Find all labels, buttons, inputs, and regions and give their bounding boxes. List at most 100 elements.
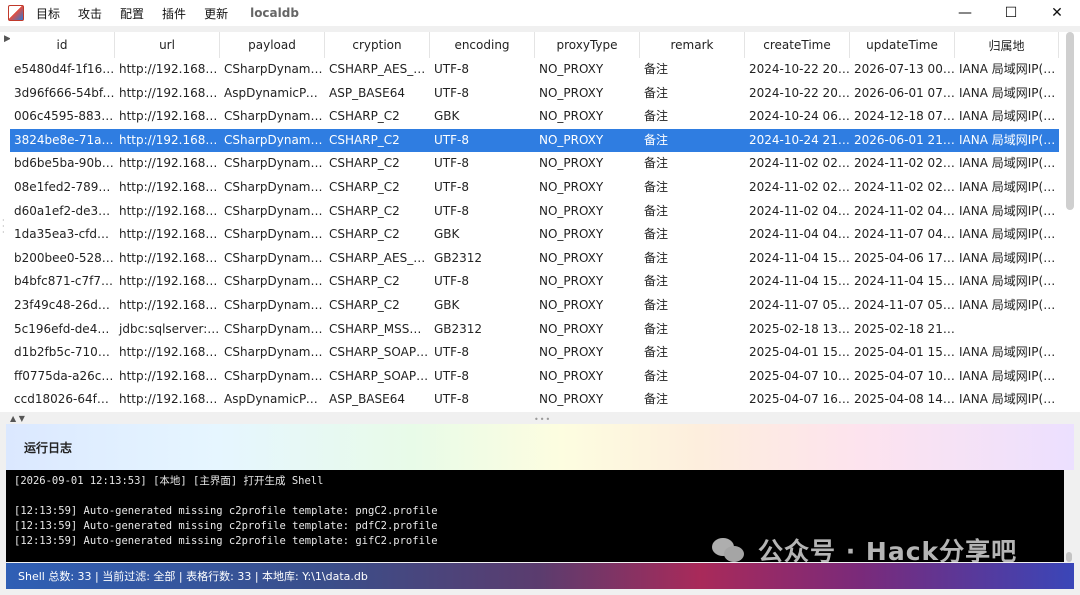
- title-bar: 目标 攻击 配置 插件 更新 localdb — ☐ ✕: [0, 0, 1080, 26]
- close-button[interactable]: ✕: [1034, 0, 1080, 26]
- cell-id: 3824be8e-71ac-...: [14, 132, 115, 147]
- database-name: localdb: [250, 6, 299, 20]
- header-col-encoding[interactable]: encoding: [430, 32, 535, 58]
- header-col-payload[interactable]: payload: [220, 32, 325, 58]
- cell-url: http://192.168.1...: [119, 250, 220, 265]
- cell-id: e5480d4f-1f16-...: [14, 62, 115, 76]
- cell-url: http://192.168.1...: [119, 368, 220, 383]
- cell-payload: AspDynamicPayl...: [224, 85, 325, 100]
- menu-config[interactable]: 配置: [120, 5, 144, 22]
- menu-plugins[interactable]: 插件: [162, 5, 186, 22]
- cell-payload: CSharpDynamic...: [224, 297, 325, 312]
- table-row[interactable]: d60a1ef2-de35-... http://192.168.1... CSha…: [10, 200, 1059, 224]
- table-row[interactable]: 006c4595-8838... http://192.168.1... CShar…: [10, 105, 1059, 129]
- cell-remark: 备注: [644, 62, 669, 76]
- menu-attack[interactable]: 攻击: [78, 5, 102, 22]
- table-scrollbar[interactable]: [1066, 32, 1074, 210]
- table-row[interactable]: 08e1fed2-789e-... http://192.168.1... CSha…: [10, 176, 1059, 200]
- cell-remark: 备注: [644, 321, 669, 336]
- table-row[interactable]: 1da35ea3-cfdb-... http://192.168.1... CSha…: [10, 223, 1059, 247]
- header-col-location[interactable]: 归属地: [955, 32, 1059, 58]
- cell-url: http://192.168.1...: [119, 156, 220, 171]
- cell-proxy-type: NO_PROXY: [539, 321, 604, 336]
- cell-encoding: GB2312: [434, 321, 483, 336]
- header-col-update-time[interactable]: updateTime: [850, 32, 955, 58]
- cell-payload: AspDynamicPayl...: [224, 392, 325, 407]
- table-row[interactable]: 3d96f666-54bf-... http://192.168.1... AspD…: [10, 82, 1059, 106]
- table-row[interactable]: e5480d4f-1f16-... http://192.168.1... CSha…: [10, 58, 1059, 82]
- cell-remark: 备注: [644, 132, 669, 147]
- table-grid: id url payload cryption encoding proxyType rem…: [10, 32, 1059, 412]
- cell-cryption: ASP_BASE64: [329, 85, 405, 100]
- cell-cryption: CSHARP_SOAP_...: [329, 345, 430, 360]
- shell-table: ▶ id url payload cryption encoding proxyType r…: [0, 32, 1080, 412]
- cell-id: d1b2fb5c-710d-...: [14, 345, 115, 360]
- cell-proxy-type: NO_PROXY: [539, 203, 604, 218]
- table-row[interactable]: b200bee0-5289... http://192.168.1... CShar…: [10, 247, 1059, 271]
- table-row[interactable]: 3824be8e-71ac-... http://192.168.1... CSha…: [10, 128, 1059, 153]
- table-row[interactable]: 5c196efd-de44-... jdbc:sqlserver://... CSh…: [10, 318, 1059, 342]
- header-col-proxy-type[interactable]: proxyType: [535, 32, 640, 58]
- maximize-button[interactable]: ☐: [988, 0, 1034, 26]
- cell-payload: CSharpDynamic...: [224, 132, 325, 147]
- cell-create-time: 2025-04-01 15:...: [749, 345, 850, 360]
- cell-cryption: CSHARP_C2: [329, 274, 400, 289]
- splitter-handle[interactable]: •••: [534, 415, 551, 424]
- cell-update-time: 2024-11-02 04:...: [854, 203, 955, 218]
- table-row[interactable]: bd6be5ba-90bf-... http://192.168.1... CSha…: [10, 152, 1059, 176]
- table-row[interactable]: d1b2fb5c-710d-... http://192.168.1... CSha…: [10, 341, 1059, 365]
- cell-proxy-type: NO_PROXY: [539, 368, 604, 383]
- header-col-url[interactable]: url: [115, 32, 220, 58]
- log-scrollbar-thumb[interactable]: [1066, 552, 1072, 562]
- cell-encoding: GBK: [434, 109, 460, 124]
- cell-encoding: UTF-8: [434, 274, 469, 289]
- minimize-button[interactable]: —: [942, 0, 988, 26]
- collapse-arrows-icon[interactable]: ▲ ▼: [10, 414, 25, 423]
- table-row[interactable]: ccd18026-64f9-... http://192.168.1... AspD…: [10, 388, 1059, 412]
- cell-id: b4bfc871-c7f7-...: [14, 274, 115, 289]
- status-text: Shell 总数: 33 | 当前过滤: 全部 | 表格行数: 33 | 本地库…: [18, 570, 368, 583]
- cell-cryption: CSHARP_MSSQL...: [329, 321, 430, 336]
- table-row[interactable]: b4bfc871-c7f7-... http://192.168.1... CSha…: [10, 270, 1059, 294]
- cell-update-time: 2026-07-13 00:...: [854, 62, 955, 76]
- header-col-create-time[interactable]: createTime: [745, 32, 850, 58]
- cell-encoding: UTF-8: [434, 85, 469, 100]
- cell-create-time: 2024-11-04 15:...: [749, 274, 850, 289]
- table-row[interactable]: 23f49c48-26dd-... http://192.168.1... CSha…: [10, 294, 1059, 318]
- log-line: [12:13:59] Auto-generated missing c2prof…: [14, 535, 438, 547]
- cell-update-time: 2025-02-18 21:...: [854, 321, 955, 336]
- cell-location: IANA 局域网IP(Pr...: [959, 179, 1059, 194]
- left-splitter-handle[interactable]: · · ·: [2, 217, 5, 237]
- cell-create-time: 2024-10-24 21:...: [749, 132, 850, 147]
- cell-cryption: CSHARP_C2: [329, 203, 400, 218]
- cell-url: http://192.168.1...: [119, 132, 220, 147]
- cell-create-time: 2024-11-02 02:...: [749, 179, 850, 194]
- cell-create-time: 2024-11-07 05:...: [749, 297, 850, 312]
- cell-create-time: 2024-11-02 04:...: [749, 203, 850, 218]
- table-row[interactable]: ff0775da-a26c-... http://192.168.1... CSha…: [10, 365, 1059, 389]
- cell-create-time: 2024-11-04 15:...: [749, 250, 850, 265]
- cell-proxy-type: NO_PROXY: [539, 227, 604, 242]
- cell-url: http://192.168.1...: [119, 274, 220, 289]
- cell-url: http://192.168.1...: [119, 179, 220, 194]
- cell-encoding: UTF-8: [434, 132, 469, 147]
- cell-create-time: 2025-02-18 13:...: [749, 321, 850, 336]
- cell-update-time: 2025-04-06 17:...: [854, 250, 955, 265]
- cell-encoding: UTF-8: [434, 203, 469, 218]
- cell-proxy-type: NO_PROXY: [539, 85, 604, 100]
- menu-update[interactable]: 更新: [204, 5, 228, 22]
- cell-remark: 备注: [644, 85, 669, 100]
- cell-location: IANA 局域网IP(Pr...: [959, 250, 1059, 265]
- cell-update-time: 2024-11-07 05:...: [854, 297, 955, 312]
- menu-target[interactable]: 目标: [36, 5, 60, 22]
- header-col-cryption[interactable]: cryption: [325, 32, 430, 58]
- cell-proxy-type: NO_PROXY: [539, 392, 604, 407]
- header-col-id[interactable]: id: [10, 32, 115, 58]
- cell-id: bd6be5ba-90bf-...: [14, 156, 115, 171]
- cell-proxy-type: NO_PROXY: [539, 274, 604, 289]
- cell-proxy-type: NO_PROXY: [539, 156, 604, 171]
- log-scrollbar-track[interactable]: [1064, 470, 1074, 562]
- cell-location: IANA 局域网IP(Pr...: [959, 227, 1059, 242]
- log-line: [2026-09-01 12:13:53] [本地] [主界面] 打开生成 Sh…: [14, 475, 324, 487]
- header-col-remark[interactable]: remark: [640, 32, 745, 58]
